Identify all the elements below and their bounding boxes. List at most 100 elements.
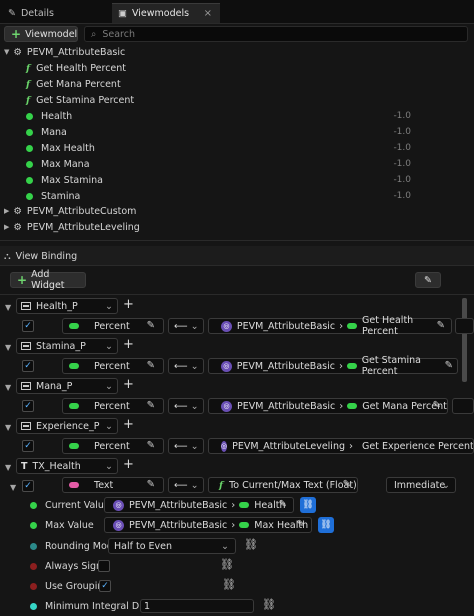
float-pin-icon: [69, 403, 79, 409]
conversion-function-field[interactable]: f To Current/Max Text (Float) ✎: [208, 477, 358, 493]
text-pin-icon: [69, 482, 79, 488]
viewmodel-source-field[interactable]: ◎ PEVM_AttributeBasic › Get Stamina Perc…: [208, 355, 458, 377]
pencil-icon: ✎: [146, 440, 155, 451]
current-value-source[interactable]: ◎ PEVM_AttributeBasic › Health ✎: [104, 497, 294, 513]
viewmodel-icon: ◎: [221, 400, 232, 412]
collapse-arrow-icon[interactable]: ▼: [10, 483, 16, 492]
arrow-left-icon: ⟵: [174, 400, 188, 412]
rounding-mode-dropdown[interactable]: Half to Even ⌄: [108, 538, 236, 554]
chevron-down-icon: ⌄: [221, 540, 229, 552]
close-icon[interactable]: ×: [204, 8, 212, 19]
viewmodel-icon: ◎: [221, 440, 228, 452]
search-icon: ⌕: [91, 28, 97, 40]
add-widget-button[interactable]: + Add Widget: [10, 269, 86, 291]
property-row[interactable]: Max Mana -1.0: [26, 156, 466, 172]
binding-direction-selector[interactable]: ⟵ ⌄: [168, 398, 204, 414]
use-grouping-checkbox[interactable]: ✓: [99, 580, 111, 592]
update-mode-dropdown[interactable]: Immediate ⌄: [386, 477, 456, 493]
widget-property-field[interactable]: Text ✎: [62, 477, 164, 493]
add-binding-icon[interactable]: +: [123, 377, 134, 392]
pencil-icon: ✎: [146, 479, 155, 490]
tab-details[interactable]: ✎ Details: [2, 3, 110, 23]
link-icon[interactable]: ⛓: [262, 598, 276, 611]
link-icon[interactable]: ⛓: [300, 497, 316, 513]
binding-enabled-checkbox[interactable]: ✓: [22, 440, 34, 452]
widget-selector[interactable]: T TX_Health ⌄: [16, 458, 118, 474]
property-row[interactable]: Max Health -1.0: [26, 140, 466, 156]
viewmodel-source-field[interactable]: ◎ PEVM_AttributeBasic › Get Mana Percent…: [208, 398, 448, 414]
property-row[interactable]: Max Stamina -1.0: [26, 172, 466, 188]
collapse-arrow-icon[interactable]: ▼: [5, 303, 11, 312]
link-icon[interactable]: ⛓: [318, 517, 334, 533]
add-binding-icon[interactable]: +: [123, 457, 134, 472]
widget-property-field[interactable]: Percent ✎: [62, 438, 164, 454]
collapse-arrow-icon[interactable]: ▼: [5, 463, 11, 472]
add-viewmodel-button[interactable]: + Viewmodel: [4, 26, 78, 42]
viewmodel-icon: ◎: [221, 320, 232, 332]
viewmodel-basic-row[interactable]: ▼ ⚙ PEVM_AttributeBasic: [4, 44, 125, 60]
min-digits-input[interactable]: 1: [140, 599, 254, 613]
add-binding-icon[interactable]: +: [123, 417, 134, 432]
function-row[interactable]: f Get Stamina Percent: [26, 92, 134, 108]
pencil-icon: ✎: [436, 320, 445, 331]
binding-direction-selector[interactable]: ⟵ ⌄: [168, 358, 204, 374]
arrow-left-icon: ⟵: [174, 440, 188, 452]
bool-pin-icon: [30, 582, 37, 590]
binding-direction-selector[interactable]: ⟵ ⌄: [168, 477, 204, 493]
widget-selector[interactable]: Stamina_P ⌄: [16, 338, 118, 354]
extra-field[interactable]: [452, 398, 474, 414]
progress-bar-icon: [21, 302, 31, 310]
add-binding-icon[interactable]: +: [123, 297, 134, 312]
widget-property-field[interactable]: Percent ✎: [62, 318, 164, 334]
link-icon[interactable]: ⛓: [244, 538, 258, 551]
collapse-arrow-icon[interactable]: ▼: [5, 343, 11, 352]
binding-direction-selector[interactable]: ⟵ ⌄: [168, 438, 204, 454]
always-sign-checkbox[interactable]: [98, 560, 110, 572]
link-icon[interactable]: ⛓: [220, 558, 234, 571]
link-icon[interactable]: ⛓: [222, 578, 236, 591]
binding-enabled-checkbox[interactable]: ✓: [22, 320, 34, 332]
float-property-icon: [26, 112, 33, 120]
function-icon: f: [219, 479, 224, 491]
binding-enabled-checkbox[interactable]: ✓: [22, 480, 34, 492]
widget-selector[interactable]: Experience_P ⌄: [16, 418, 118, 434]
binding-enabled-checkbox[interactable]: ✓: [22, 400, 34, 412]
collapse-arrow-icon[interactable]: ▼: [5, 383, 11, 392]
tab-viewmodels[interactable]: ▣ Viewmodels ×: [112, 3, 220, 23]
arg-current-value-label: Current Value: [30, 497, 110, 513]
arrow-left-icon: ⟵: [174, 479, 188, 491]
binding-enabled-checkbox[interactable]: ✓: [22, 360, 34, 372]
progress-bar-icon: [21, 382, 31, 390]
property-row[interactable]: Stamina -1.0: [26, 188, 466, 204]
chevron-down-icon: ⌄: [190, 320, 199, 332]
add-binding-icon[interactable]: +: [123, 337, 134, 352]
binding-direction-selector[interactable]: ⟵ ⌄: [168, 318, 204, 334]
widget-selector[interactable]: Mana_P ⌄: [16, 378, 118, 394]
collapse-arrow-icon: ▼: [4, 48, 10, 56]
float-pin-icon: [30, 501, 37, 509]
search-input[interactable]: ⌕ Search: [84, 26, 468, 42]
function-row[interactable]: f Get Health Percent: [26, 60, 126, 76]
float-pin-icon: [347, 403, 358, 409]
edit-bindings-button[interactable]: ✎: [415, 272, 441, 288]
widget-property-field[interactable]: Percent ✎: [62, 398, 164, 414]
widget-selector[interactable]: Health_P ⌄: [16, 298, 118, 314]
enum-pin-icon: [30, 542, 37, 550]
pencil-icon: ✎: [444, 360, 453, 371]
widget-property-field[interactable]: Percent ✎: [62, 358, 164, 374]
property-row[interactable]: Health -1.0: [26, 108, 466, 124]
collapse-arrow-icon[interactable]: ▼: [5, 423, 11, 432]
extra-field[interactable]: [455, 318, 474, 334]
float-pin-icon: [69, 323, 79, 329]
viewmodel-source-field[interactable]: ◎ PEVM_AttributeLeveling › Get Experienc…: [208, 438, 474, 454]
function-row[interactable]: f Get Mana Percent: [26, 76, 121, 92]
panel-divider: [0, 240, 474, 241]
viewmodel-source-field[interactable]: ◎ PEVM_AttributeBasic › Get Health Perce…: [208, 315, 452, 337]
viewmodel-leveling-row[interactable]: ▶ ⚙ PEVM_AttributeLeveling: [4, 219, 140, 235]
view-binding-title: View Binding: [15, 250, 78, 262]
viewmodel-custom-row[interactable]: ▶ ⚙ PEVM_AttributeCustom: [4, 203, 136, 219]
max-value-source[interactable]: ◎ PEVM_AttributeBasic › Max Health ✎: [104, 517, 312, 533]
scrollbar[interactable]: [462, 298, 467, 382]
property-row[interactable]: Mana -1.0: [26, 124, 466, 140]
pencil-icon: ✎: [278, 499, 287, 510]
